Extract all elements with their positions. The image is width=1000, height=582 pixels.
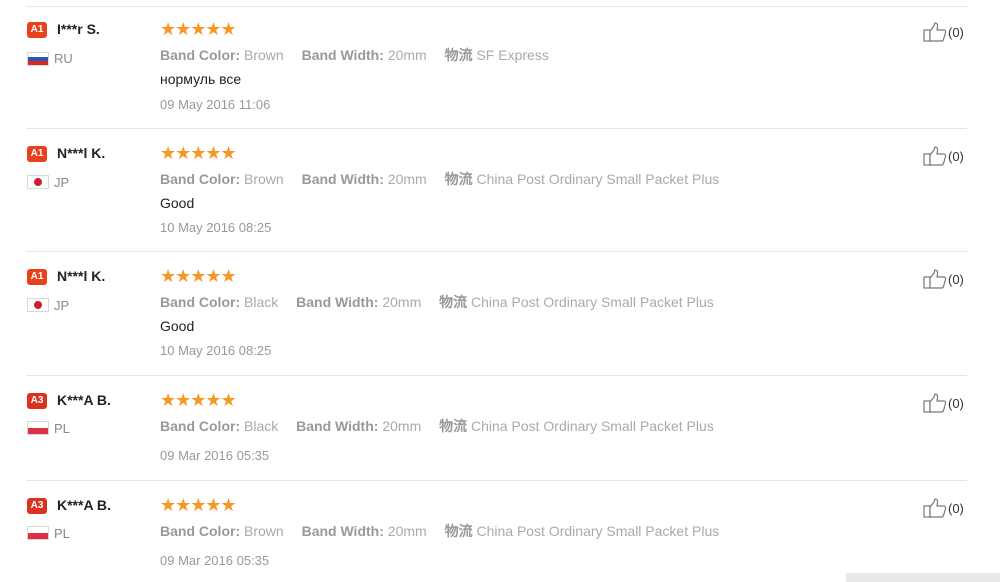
attr-value: Brown <box>244 47 284 63</box>
reviewer-country: JP <box>54 298 70 313</box>
star-rating: ★★★★★ <box>160 19 237 39</box>
buyer-level-badge: A1 <box>27 269 47 285</box>
buyer-level-badge: A3 <box>27 498 47 514</box>
reviewer-name: I***r S. <box>57 21 100 37</box>
review-date: 10 May 2016 08:25 <box>160 220 272 235</box>
attr-key: 物流 <box>444 523 473 539</box>
divider <box>26 6 967 7</box>
divider <box>26 480 967 481</box>
reviewer-name: K***A B. <box>57 392 111 408</box>
buyer-level-badge: A1 <box>27 22 47 38</box>
divider <box>26 375 967 376</box>
attr-key: Band Color: <box>160 171 241 187</box>
order-attributes: Band Color: Brown Band Width: 20mm 物流 Ch… <box>160 521 719 541</box>
star-rating: ★★★★★ <box>160 390 237 410</box>
helpful-count: (0) <box>948 500 964 516</box>
attr-value: China Post Ordinary Small Packet Plus <box>476 523 720 539</box>
helpful-count: (0) <box>948 24 964 40</box>
attr-value: 20mm <box>387 47 427 63</box>
thumbs-up-icon <box>923 498 947 518</box>
attr-value: China Post Ordinary Small Packet Plus <box>471 294 714 310</box>
thumbs-up-icon <box>923 269 947 289</box>
attr-key: Band Color: <box>160 418 241 434</box>
reviewer-name: N***l K. <box>57 268 106 284</box>
thumbs-up-icon <box>923 146 947 166</box>
helpful-button[interactable]: (0) <box>923 498 964 518</box>
floating-toolbar-edge <box>846 573 1000 582</box>
reviewer-country: RU <box>54 51 73 66</box>
attr-key: Band Width: <box>296 418 379 434</box>
review-comment: Good <box>160 318 195 334</box>
attr-value: Brown <box>244 171 284 187</box>
flag-jp-icon <box>27 298 49 312</box>
attr-key: Band Color: <box>160 294 241 310</box>
buyer-level-badge: A1 <box>27 146 47 162</box>
reviewer-name: K***A B. <box>57 497 111 513</box>
attr-key: 物流 <box>444 47 473 63</box>
thumbs-up-icon <box>923 393 947 413</box>
reviewer-country: PL <box>54 421 70 436</box>
helpful-button[interactable]: (0) <box>923 22 964 42</box>
attr-value: 20mm <box>382 294 422 310</box>
attr-value: China Post Ordinary Small Packet Plus <box>476 171 720 187</box>
flag-ru-icon <box>27 52 49 66</box>
attr-value: 20mm <box>382 418 422 434</box>
divider <box>26 251 967 252</box>
attr-key: Band Width: <box>301 47 384 63</box>
reviewer-country: PL <box>54 526 70 541</box>
reviewer-name: N***l K. <box>57 145 106 161</box>
order-attributes: Band Color: Brown Band Width: 20mm 物流 SF… <box>160 45 549 65</box>
order-attributes: Band Color: Black Band Width: 20mm 物流 Ch… <box>160 416 714 436</box>
attr-value: Black <box>244 294 279 310</box>
divider <box>26 128 967 129</box>
order-attributes: Band Color: Brown Band Width: 20mm 物流 Ch… <box>160 169 719 189</box>
order-attributes: Band Color: Black Band Width: 20mm 物流 Ch… <box>160 292 714 312</box>
attr-value: Brown <box>244 523 284 539</box>
review-comment: Good <box>160 195 195 211</box>
review-date: 09 May 2016 11:06 <box>160 97 271 112</box>
helpful-button[interactable]: (0) <box>923 146 964 166</box>
attr-key: 物流 <box>444 171 473 187</box>
review-comment: нормуль все <box>160 71 242 87</box>
helpful-button[interactable]: (0) <box>923 269 964 289</box>
review-date: 09 Mar 2016 05:35 <box>160 448 270 463</box>
review-date: 09 Mar 2016 05:35 <box>160 553 270 568</box>
helpful-count: (0) <box>948 271 964 287</box>
attr-value: 20mm <box>387 171 427 187</box>
attr-value: China Post Ordinary Small Packet Plus <box>471 418 714 434</box>
attr-key: Band Width: <box>301 523 384 539</box>
flag-jp-icon <box>27 175 49 189</box>
thumbs-up-icon <box>923 22 947 42</box>
star-rating: ★★★★★ <box>160 266 237 286</box>
attr-key: Band Width: <box>296 294 379 310</box>
star-rating: ★★★★★ <box>160 143 237 163</box>
helpful-count: (0) <box>948 148 964 164</box>
flag-pl-icon <box>27 421 49 435</box>
reviews-list: A1 I***r S. RU ★★★★★ Band Color: Brown B… <box>0 0 1000 582</box>
buyer-level-badge: A3 <box>27 393 47 409</box>
attr-key: Band Color: <box>160 47 241 63</box>
attr-key: Band Width: <box>301 171 384 187</box>
attr-key: 物流 <box>439 294 468 310</box>
helpful-button[interactable]: (0) <box>923 393 964 413</box>
attr-value: 20mm <box>387 523 427 539</box>
reviewer-country: JP <box>54 175 70 190</box>
attr-value: Black <box>244 418 279 434</box>
flag-pl-icon <box>27 526 49 540</box>
attr-key: Band Color: <box>160 523 241 539</box>
star-rating: ★★★★★ <box>160 495 237 515</box>
helpful-count: (0) <box>948 395 964 411</box>
attr-key: 物流 <box>439 418 468 434</box>
attr-value: SF Express <box>476 47 549 63</box>
review-date: 10 May 2016 08:25 <box>160 343 272 358</box>
